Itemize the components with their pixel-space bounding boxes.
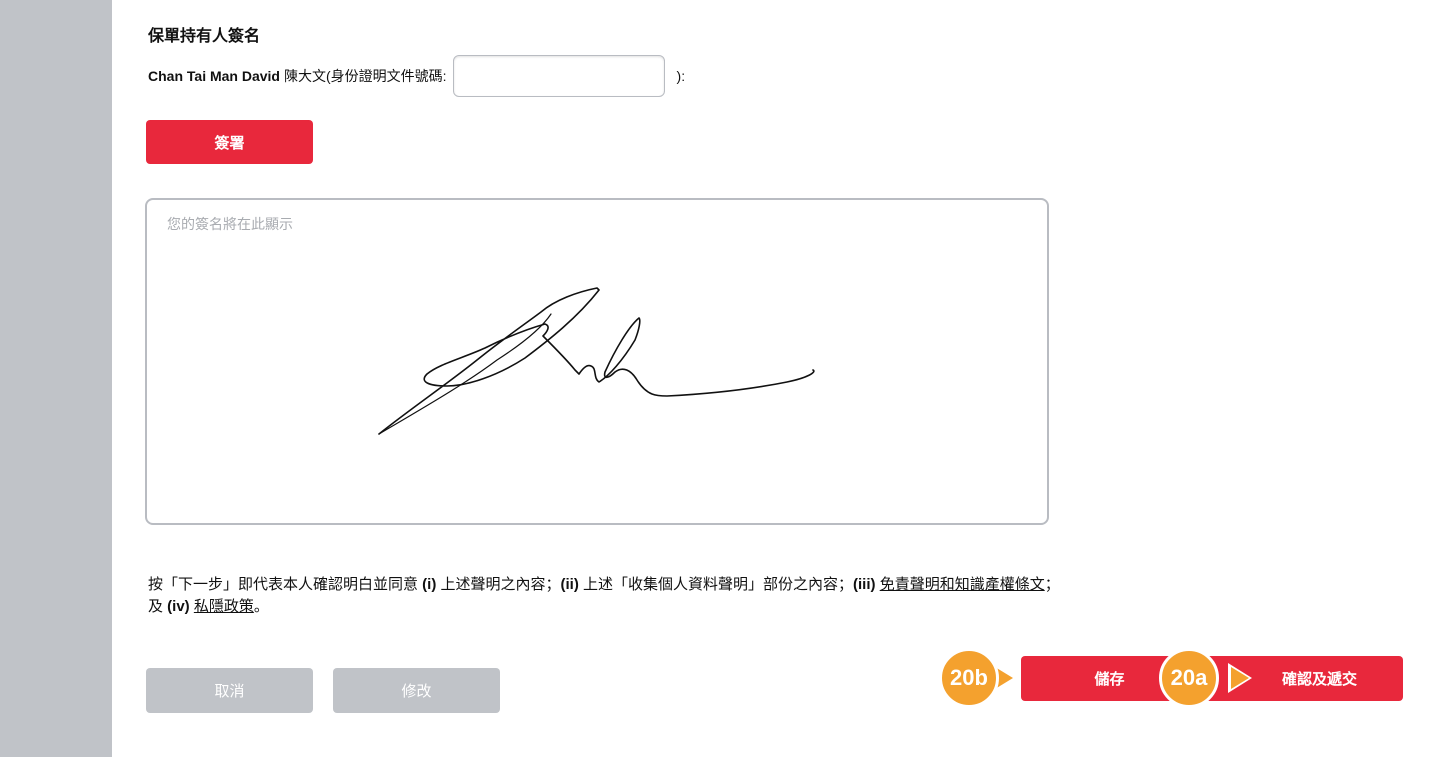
identity-row: Chan Tai Man David 陳大文 (身份證明文件號碼: ): [148,52,685,100]
id-suffix: ): [676,68,686,84]
consent-disclaimer: 按「下一步」即代表本人確認明白並同意 (i) 上述聲明之內容；(ii) 上述「收… [148,574,1378,618]
callout-pointer-20a [1231,667,1249,689]
callout-badge-20b: 20b [939,648,999,708]
section-title: 保單持有人簽名 [148,28,261,45]
disclaimer-ip-link[interactable]: 免責聲明和知識產權條文 [880,576,1045,593]
signature-drawing [378,287,815,435]
disclaimer-text: 。 [253,598,269,615]
signature-pad[interactable]: 您的簽名將在此顯示 [145,198,1049,525]
disclaimer-item-iv: (iv) [167,598,190,615]
left-sidebar [0,0,112,757]
disclaimer-text: 及 [148,598,168,615]
disclaimer-text: 上述「收集個人資料聲明」部份之內容； [578,576,854,593]
disclaimer-item-ii: (ii) [560,576,579,593]
disclaimer-text: 上述聲明之內容； [436,576,561,593]
modify-button[interactable]: 修改 [333,668,500,713]
callout-badge-20a: 20a [1159,648,1219,708]
disclaimer-item-i: (i) [422,576,437,593]
disclaimer-item-iii: (iii) [853,576,876,593]
policyholder-name-cn: 陳大文 [283,68,326,84]
disclaimer-text: 按「下一步」即代表本人確認明白並同意 [148,576,423,593]
privacy-policy-link[interactable]: 私隱政策 [194,598,254,615]
cancel-button[interactable]: 取消 [146,668,313,713]
disclaimer-text: ； [1044,576,1060,593]
id-label: (身份證明文件號碼: [325,68,447,84]
id-number-input[interactable] [452,55,665,97]
sign-button[interactable]: 簽署 [146,120,313,164]
policyholder-name: Chan Tai Man David [148,68,280,84]
